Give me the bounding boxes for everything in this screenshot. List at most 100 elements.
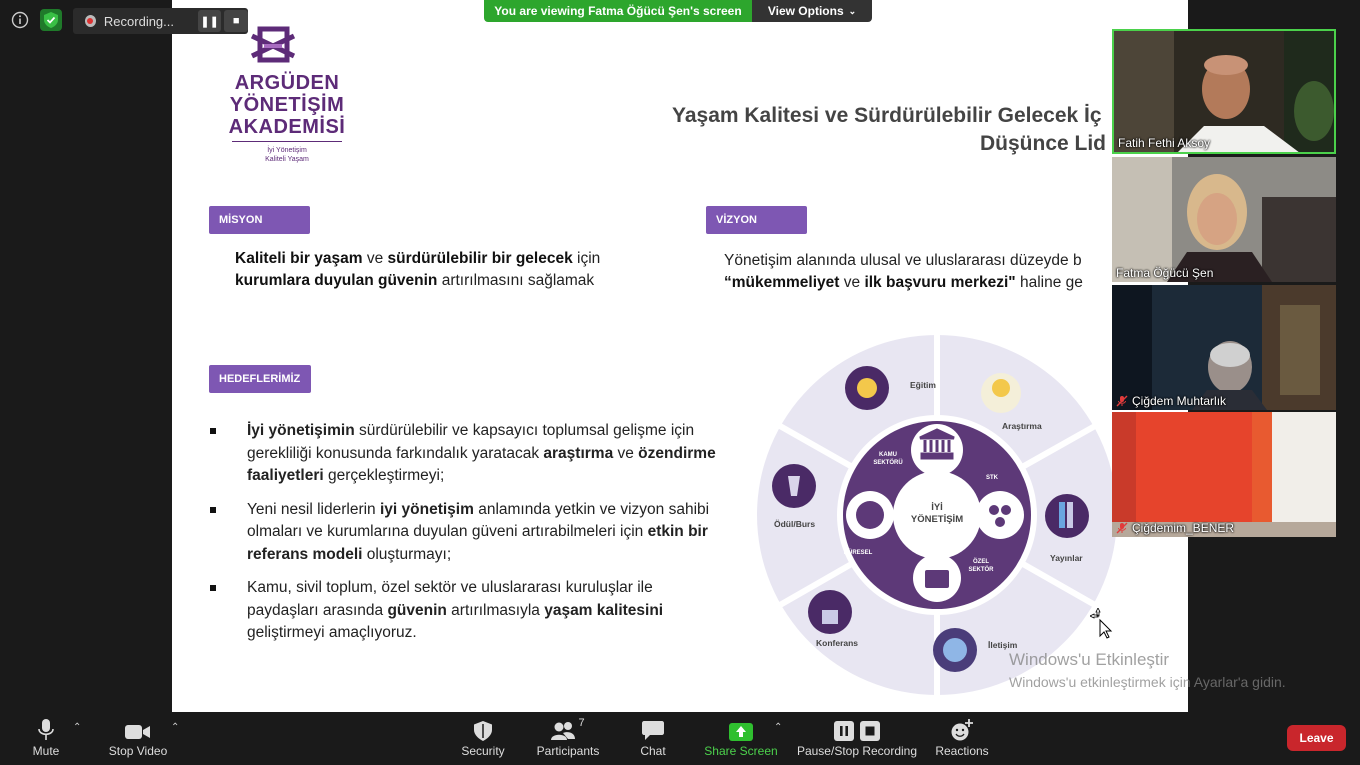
outer-label-egitim: Eğitim — [910, 380, 936, 390]
slide-title-line-2: Düşünce Lid — [980, 132, 1107, 155]
logo-line-1: ARGÜDEN — [234, 72, 340, 94]
vizyon-text-5: haline ge — [1015, 274, 1083, 291]
misyon-bold-1: Kaliteli bir yaşam — [235, 250, 363, 267]
communication-globe-center — [943, 638, 967, 662]
vizyon-bold-2: ilk başvuru merkezi" — [864, 274, 1016, 291]
share-options-chevron-icon[interactable]: ⌃ — [774, 722, 782, 733]
bullet-3-text-3: geliştirmeyi amaçlıyoruz. — [247, 624, 417, 641]
bullet-3-text-2: artırılmasıyla — [446, 601, 545, 619]
logo-divider — [232, 141, 342, 142]
participant-tile[interactable]: Çiğdemim_BENER — [1112, 412, 1336, 537]
logo-line-2: YÖNETİŞİM — [229, 94, 345, 116]
meeting-toolbar: Mute ⌃ Stop Video ⌃ Security 7 Participa… — [0, 712, 1360, 765]
encryption-shield-icon[interactable] — [40, 9, 62, 31]
recording-dot-icon — [85, 15, 96, 27]
participant-tile[interactable]: Fatih Fethi Aksoy — [1112, 29, 1336, 154]
participant-name: Fatih Fethi Aksoy — [1118, 136, 1210, 150]
security-button[interactable]: Security — [455, 712, 511, 765]
video-options-chevron-icon[interactable]: ⌃ — [171, 722, 179, 733]
outer-label-odul-burs: Ödül/Burs — [774, 519, 815, 529]
hedef-bullet-1: İyi yönetişimin sürdürülebilir ve kapsay… — [208, 420, 728, 488]
logo-line-3: AKADEMİSİ — [228, 116, 346, 138]
vizyon-text-1: Yönetişim alanında ulusal ve uluslararas… — [724, 252, 1082, 269]
misyon-text: Kaliteli bir yaşam ve sürdürülebilir bir… — [235, 248, 655, 292]
bullet-1-bold-1: İyi yönetişimin — [247, 422, 355, 439]
vizyon-tag: VİZYON — [706, 206, 807, 234]
participant-video — [1112, 157, 1336, 282]
participant-tile[interactable]: Fatma Öğücü Şen — [1112, 157, 1336, 282]
book-1 — [1059, 502, 1065, 528]
participants-label: Participants — [536, 744, 600, 758]
inner-label-stk: STK — [986, 475, 999, 481]
pause-stop-recording-button[interactable]: Pause/Stop Recording — [796, 712, 918, 765]
pause-stop-recording-label: Pause/Stop Recording — [796, 744, 918, 758]
outer-label-arastirma: Araştırma — [1002, 421, 1042, 431]
view-options-button[interactable]: View Options ⌄ — [752, 0, 872, 22]
view-options-label: View Options — [767, 4, 844, 18]
vizyon-bold-1: “mükemmeliyet — [724, 274, 840, 291]
inner-label-kamu-1: KAMU — [879, 452, 897, 458]
share-screen-button[interactable]: Share Screen — [703, 712, 779, 765]
microphone-icon — [38, 717, 54, 741]
participants-count: 7 — [578, 717, 585, 729]
participant-name-text: Çiğdemim_BENER — [1132, 521, 1235, 535]
muted-mic-icon — [1116, 395, 1128, 407]
participants-icon: 7 — [551, 717, 585, 741]
video-camera-icon — [125, 717, 151, 741]
hedef-bullet-3: Kamu, sivil toplum, özel sektör ve ulusl… — [208, 577, 728, 645]
bullet-3-bold-1: güvenin — [387, 601, 447, 619]
bullet-2-text-3: oluşturmayı; — [362, 545, 452, 563]
shared-screen-slide: ARGÜDEN YÖNETİŞİM AKADEMİSİ İyi Yönetişi… — [172, 0, 1188, 712]
hedefler-tag: HEDEFLERİMİZ — [209, 365, 311, 393]
bullet-1-text-3: gerçekleştirmeyi; — [323, 467, 445, 484]
misyon-tag: MİSYON — [209, 206, 310, 234]
misyon-text-2: ve — [362, 250, 388, 267]
participant-video — [1112, 285, 1336, 410]
bank-icon — [919, 428, 955, 460]
pause-recording-button[interactable]: ❚❚ — [197, 10, 222, 32]
slide-title: Yaşam Kalitesi ve Sürdürülebilir Gelecek… — [672, 102, 1188, 158]
logo-sub-2: Kaliteli Yaşam — [265, 156, 309, 163]
stop-recording-button[interactable]: ■ — [224, 10, 249, 32]
participant-name: Çiğdemim_BENER — [1116, 521, 1234, 535]
mute-button[interactable]: Mute — [22, 712, 70, 765]
participant-name-text: Fatih Fethi Aksoy — [1118, 136, 1211, 150]
misyon-text-6: artırılmasını sağlamak — [437, 272, 595, 289]
inner-label-kuresel: KÜRESEL — [844, 549, 873, 556]
hedef-bullet-2: Yeni nesil liderlerin iyi yönetişim anla… — [208, 499, 728, 567]
chat-label: Chat — [640, 744, 666, 758]
security-shield-icon — [474, 717, 492, 741]
inner-label-ozel-1: ÖZEL — [973, 558, 989, 565]
audio-options-chevron-icon[interactable]: ⌃ — [73, 722, 81, 733]
vizyon-text-3: ve — [839, 274, 865, 291]
logo-sub-1: İyi Yönetişim — [267, 147, 307, 154]
inner-label-ozel-2: SEKTÖR — [968, 566, 994, 573]
briefcase-icon — [925, 570, 949, 588]
bullet-1-text-2: ve — [613, 444, 639, 462]
chat-button[interactable]: Chat — [630, 712, 676, 765]
reactions-button[interactable]: Reactions — [932, 712, 992, 765]
stop-video-label: Stop Video — [108, 744, 168, 758]
recording-indicator: Recording... ❚❚ ■ — [73, 8, 249, 34]
governance-wheel-diagram: İYİ YÖNETİŞİM KAMU SEKTÖRÜ STK ÖZEL SEKT… — [757, 333, 1117, 697]
meeting-info-icon[interactable] — [9, 9, 31, 31]
windows-activation-subtitle: Windows'u etkinleştirmek için Ayarlar'a … — [1009, 674, 1286, 690]
outer-label-yayinlar: Yayınlar — [1050, 553, 1083, 563]
windows-activation-title: Windows'u Etkinleştir — [1009, 650, 1170, 669]
muted-mic-icon — [1116, 522, 1128, 534]
participant-video — [1112, 412, 1336, 537]
bullet-3-bold-2: yaşam kalitesini — [544, 601, 664, 619]
mouse-cursor-icon — [1090, 608, 1113, 639]
logo-text: ARGÜDEN YÖNETİŞİM AKADEMİSİ — [222, 72, 352, 138]
leave-button[interactable]: Leave — [1287, 725, 1346, 751]
security-label: Security — [461, 744, 505, 758]
participant-name-text: Fatma Öğücü Şen — [1116, 266, 1214, 280]
reactions-label: Reactions — [935, 744, 989, 758]
egitim-icon-center — [857, 378, 877, 398]
participants-button[interactable]: 7 Participants — [535, 712, 601, 765]
lightbulb-glow — [992, 379, 1010, 397]
stop-video-button[interactable]: Stop Video — [104, 712, 172, 765]
participant-tile[interactable]: Çiğdem Muhtarlık — [1112, 285, 1336, 410]
misyon-text-4: için — [572, 250, 601, 267]
share-screen-label: Share Screen — [704, 744, 778, 758]
